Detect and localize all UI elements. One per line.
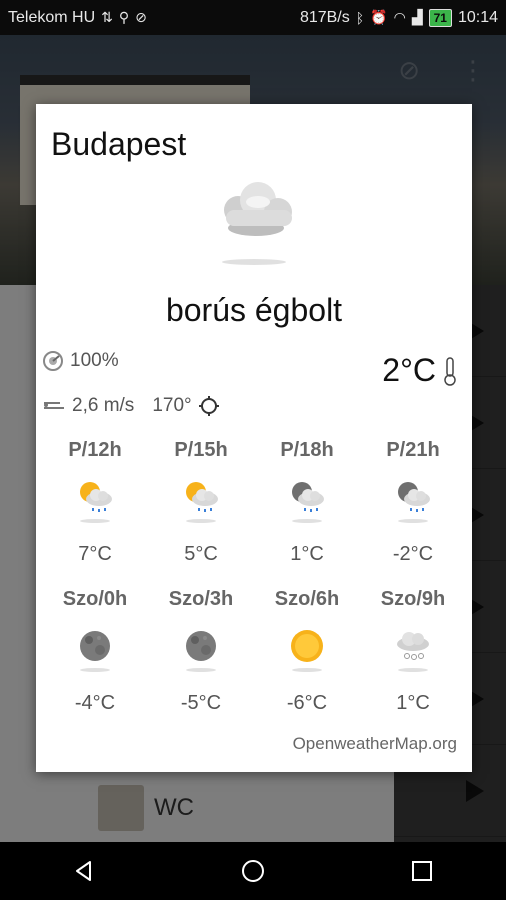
humidity-row: 100% — [42, 350, 119, 372]
forecast-temp: -6°C — [286, 692, 328, 714]
forecast-temp: 1°C — [396, 692, 430, 714]
carrier-label: Telekom HU — [8, 8, 96, 26]
recents-icon — [411, 861, 432, 881]
thermometer-icon — [444, 356, 456, 386]
moon-icon — [80, 631, 110, 661]
forecast-cell: Szo/9h 1°C — [360, 586, 466, 735]
forecast-time: Szo/3h — [168, 588, 234, 610]
bluetooth-icon: ᛒ — [355, 9, 365, 26]
wind-speed: 2,6 m/s — [72, 395, 135, 416]
forecast-cell: Szo/3h -5°C — [148, 586, 254, 735]
moon-cloud-rain-icon — [292, 482, 324, 512]
wind-row: 2,6 m/s 170° — [42, 395, 220, 417]
forecast-time: Szo/6h — [274, 588, 340, 610]
forecast-temp: -4°C — [74, 692, 116, 714]
wind-direction: 170° — [152, 395, 192, 416]
forecast-cell: P/18h 1°C — [254, 437, 360, 586]
forecast-time: P/12h — [68, 439, 122, 461]
current-temperature: 2°C — [382, 352, 458, 389]
usb-debug-icon: ⚲ — [118, 9, 130, 25]
sun-icon — [291, 630, 323, 662]
forecast-cell: P/12h 7°C — [42, 437, 148, 586]
city-name: Budapest — [51, 126, 187, 162]
moon-cloud-rain-icon — [398, 482, 430, 512]
forecast-cell: P/21h -2°C — [360, 437, 466, 586]
humidity-gauge-icon — [43, 351, 63, 371]
back-icon — [76, 861, 92, 881]
weather-dialog: Budapest borús égbolt 100% 2,6 m/s 170° … — [36, 104, 472, 772]
home-icon — [241, 860, 264, 882]
signal-icon: ▟ — [411, 9, 423, 25]
forecast-cell: P/15h 5°C — [148, 437, 254, 586]
cloud-snow-icon — [397, 632, 429, 660]
wifi-icon: ◠ — [393, 9, 406, 25]
wind-icon — [44, 402, 64, 409]
clock: 10:14 — [457, 8, 498, 26]
provider-link[interactable]: OpenweatherMap.org — [293, 734, 457, 754]
humidity-value: 100% — [70, 350, 119, 371]
forecast-temp: 5°C — [184, 543, 218, 565]
back-button[interactable] — [64, 851, 104, 891]
usb-icon: ⇅ — [101, 9, 113, 25]
temperature-value: 2°C — [382, 352, 436, 388]
forecast-cell: Szo/6h -6°C — [254, 586, 360, 735]
check-circle-icon: ⊘ — [135, 9, 147, 25]
status-bar: Telekom HU ⇅ ⚲ ⊘ 817B/s ᛒ ⏰ ◠ ▟ 71 10:14 — [0, 0, 506, 35]
forecast-cell: Szo/0h -4°C — [42, 586, 148, 735]
sun-cloud-rain-icon — [186, 482, 218, 512]
forecast-time: Szo/0h — [62, 588, 128, 610]
forecast-temp: 1°C — [290, 543, 324, 565]
forecast-grid: P/12h 7°C P/15h 5°C P/18h 1°C P/21h -2°C… — [42, 437, 466, 735]
alarm-icon: ⏰ — [370, 9, 388, 25]
recents-button[interactable] — [402, 851, 442, 891]
compass-icon — [198, 396, 219, 416]
forecast-time: P/18h — [280, 439, 334, 461]
home-button[interactable] — [233, 851, 273, 891]
sun-cloud-rain-icon — [80, 482, 112, 512]
forecast-time: P/15h — [174, 439, 228, 461]
forecast-temp: 7°C — [78, 543, 112, 565]
forecast-temp: -2°C — [392, 543, 434, 565]
net-speed: 817B/s — [299, 8, 350, 26]
weather-description: borús égbolt — [165, 292, 343, 328]
moon-icon — [186, 631, 216, 661]
forecast-time: P/21h — [386, 439, 440, 461]
overcast-cloud-icon — [222, 182, 292, 265]
forecast-temp: -5°C — [180, 692, 222, 714]
navigation-bar — [0, 842, 506, 900]
forecast-time: Szo/9h — [380, 588, 446, 610]
battery-icon: 71 — [428, 8, 452, 27]
